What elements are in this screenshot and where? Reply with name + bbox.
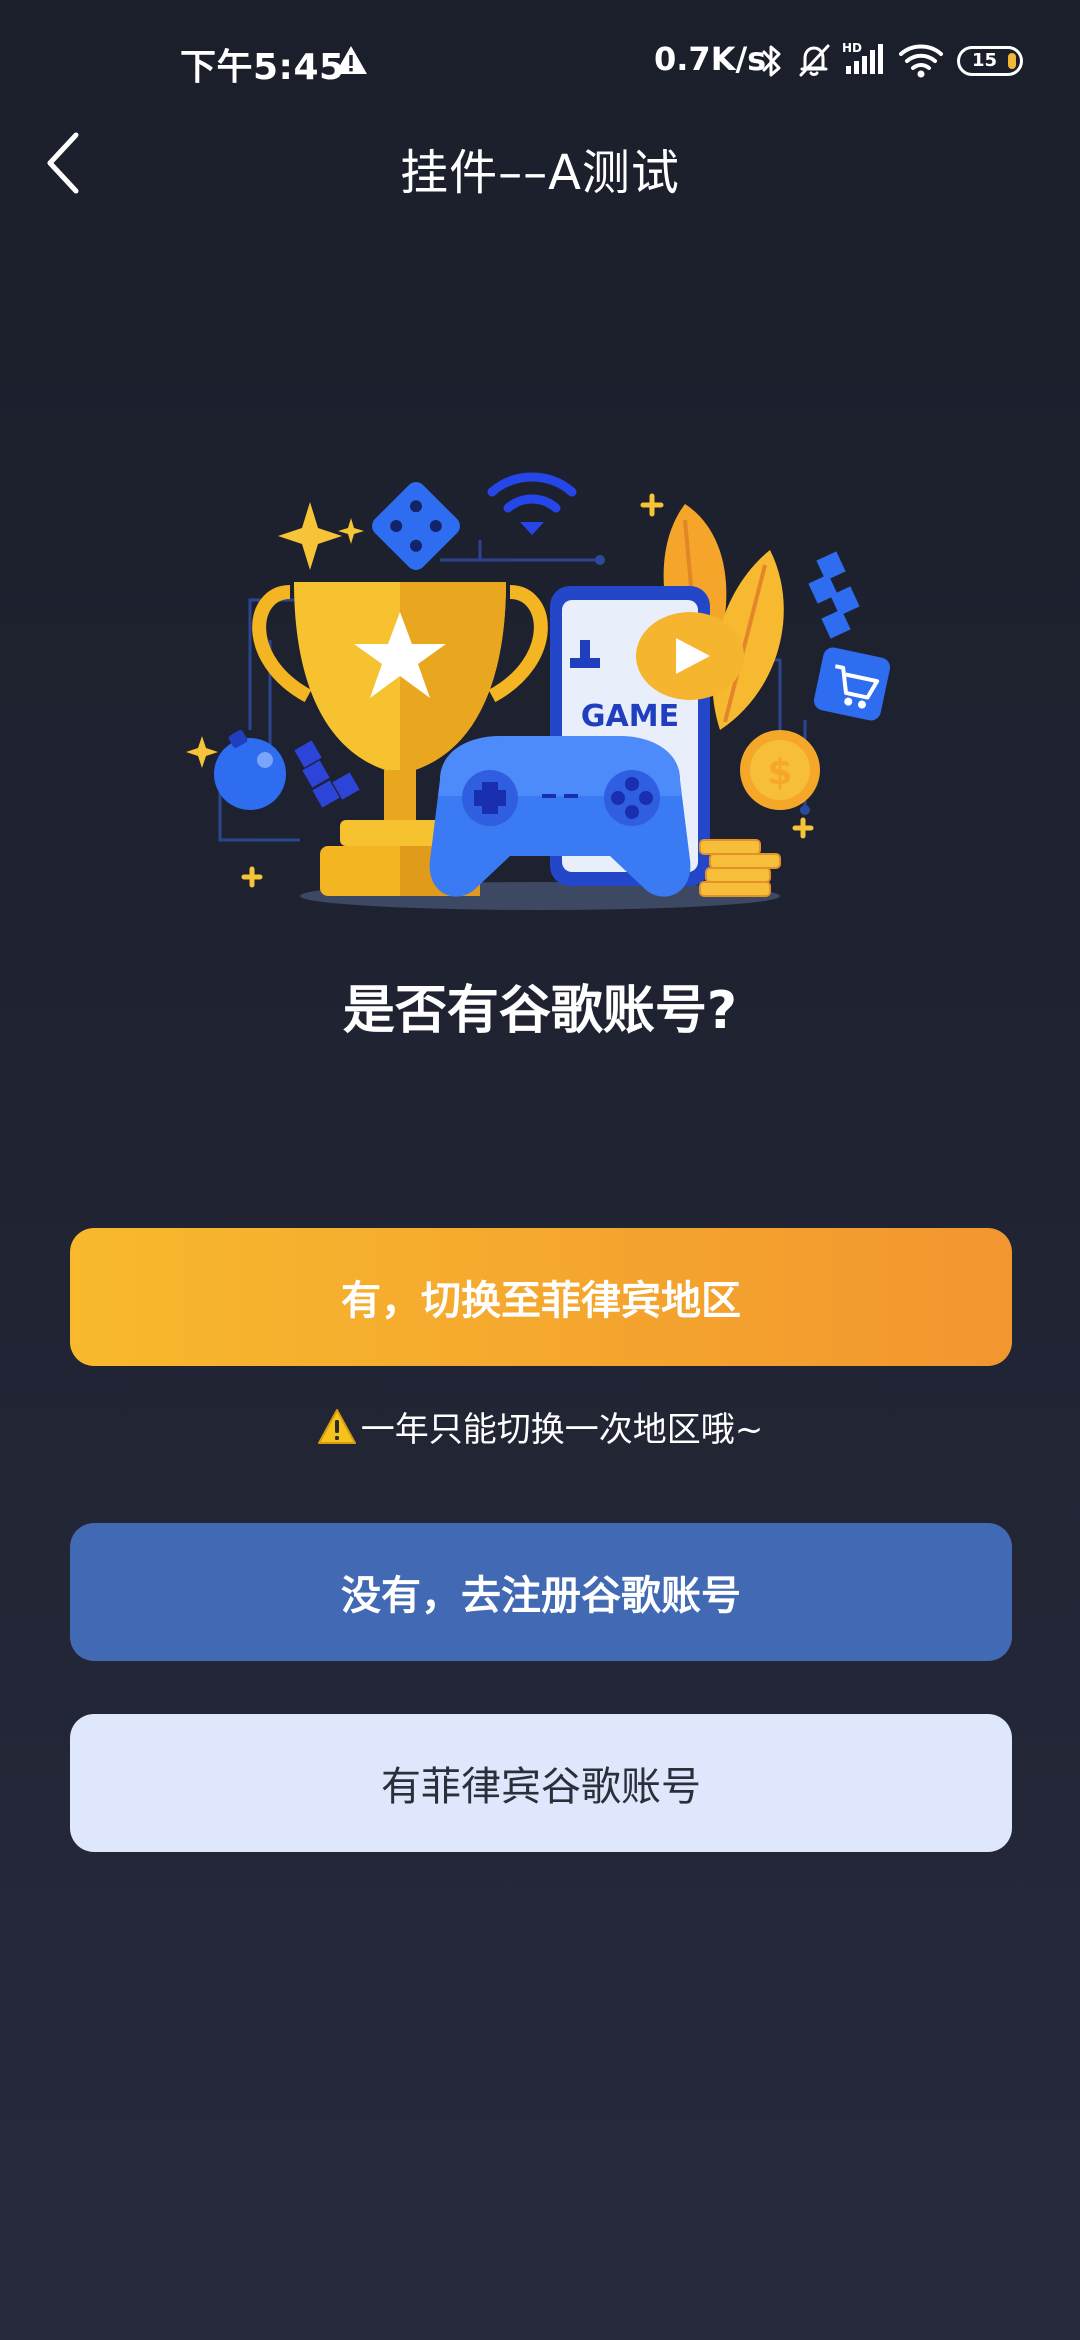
tetris-block-icon: [808, 551, 860, 639]
game-trophy-illustration: GAME $: [186, 472, 891, 910]
warning-icon: [335, 46, 367, 74]
play-icon: [636, 612, 744, 700]
mute-icon: [799, 44, 830, 77]
region-notice: 一年只能切换一次地区哦~: [0, 1402, 1080, 1451]
notice-text: 一年只能切换一次地区哦~: [360, 1410, 764, 1450]
battery-icon: 15: [957, 46, 1023, 76]
nav-bar: 挂件––A测试: [0, 125, 1080, 201]
svg-text:$: $: [767, 752, 792, 793]
signal-icon: HD: [842, 41, 883, 74]
bomb-icon: [214, 730, 286, 810]
has-account-button[interactable]: 有菲律宾谷歌账号: [70, 1714, 1012, 1852]
coin-stack-icon: [699, 839, 781, 897]
wifi-icon: [899, 44, 943, 78]
battery-fill: [1008, 53, 1016, 69]
page-title: 挂件––A测试: [400, 145, 680, 201]
sparkle-icon: [278, 502, 342, 570]
switch-region-button[interactable]: 有，切换至菲律宾地区: [70, 1228, 1012, 1366]
warning-icon: [317, 1408, 356, 1444]
coin-icon: $: [740, 730, 820, 810]
shopping-cart-icon: [813, 647, 891, 721]
bluetooth-icon: [762, 45, 781, 77]
status-bar: 下午5:45 0.7K/s HD 15: [0, 0, 1080, 125]
battery-level: 15: [972, 50, 998, 71]
status-time: 下午5:45: [180, 47, 345, 88]
question-heading: 是否有谷歌账号?: [342, 981, 738, 1041]
svg-text:HD: HD: [842, 41, 862, 55]
wifi-symbol-icon: [487, 472, 577, 513]
game-label: GAME: [581, 699, 679, 734]
network-speed: 0.7K/s: [654, 40, 767, 78]
register-google-button[interactable]: 没有，去注册谷歌账号: [70, 1523, 1012, 1661]
